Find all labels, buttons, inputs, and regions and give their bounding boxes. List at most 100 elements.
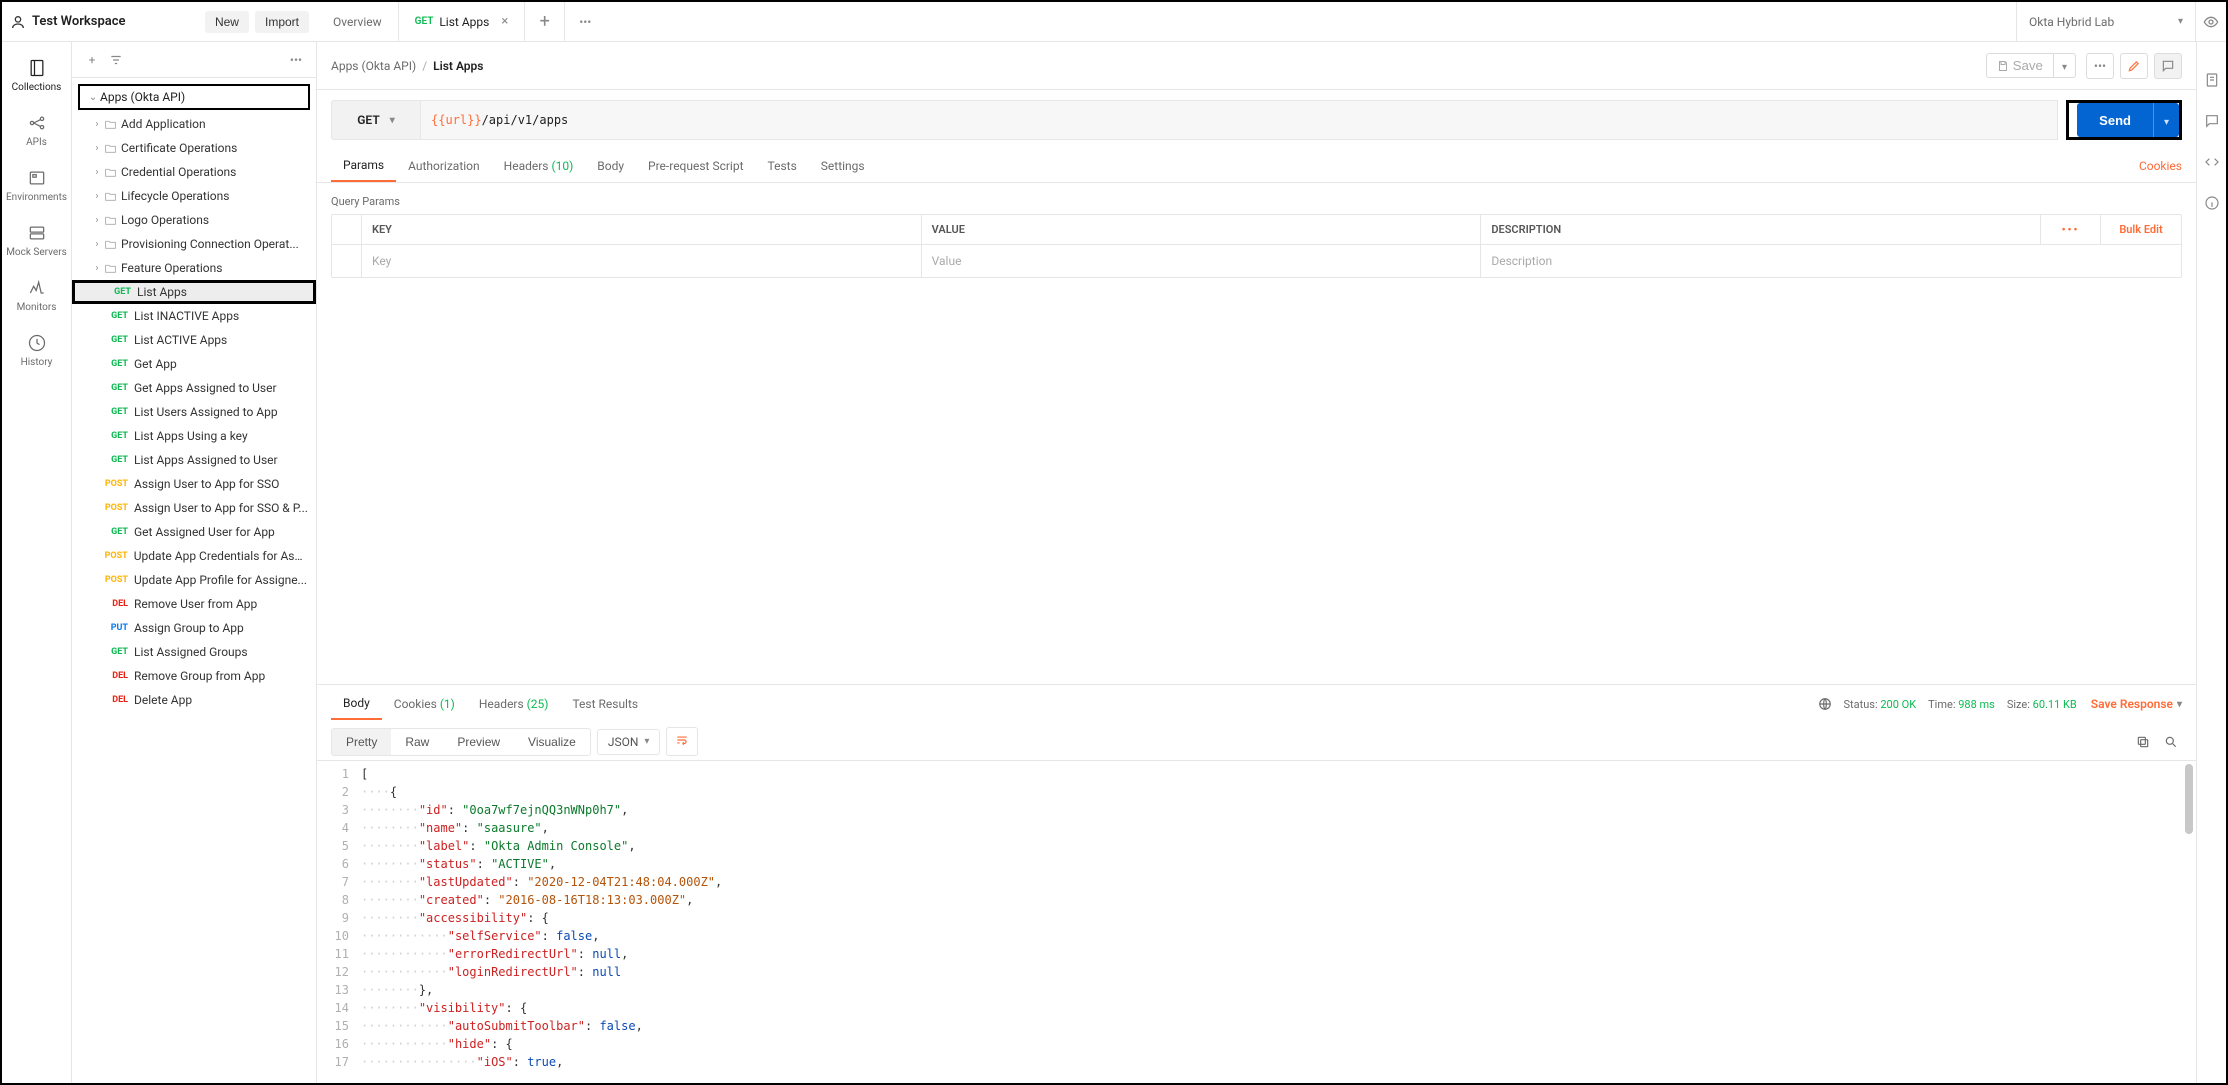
request-row[interactable]: POSTAssign User to App for SSO [72,472,316,496]
request-row[interactable]: GETList Apps Assigned to User [72,448,316,472]
sidebar: + ••• ⌄ Apps (Okta API) ›Add Application… [72,42,317,1083]
scrollbar-thumb[interactable] [2185,764,2193,834]
request-row[interactable]: GETList Users Assigned to App [72,400,316,424]
request-row[interactable]: POSTUpdate App Profile for Assigne... [72,568,316,592]
rail-collections[interactable]: Collections [2,48,71,103]
cookies-link[interactable]: Cookies [2139,159,2182,173]
request-method: GET [102,335,128,345]
qp-key-input[interactable]: Key [362,245,922,277]
request-row[interactable]: GETList ACTIVE Apps [72,328,316,352]
response-tab-headers[interactable]: Headers (25) [467,689,561,719]
collection-root[interactable]: ⌄ Apps (Okta API) [78,84,310,110]
sidebar-more-icon[interactable]: ••• [284,48,308,72]
request-row[interactable]: GETList Apps Using a key [72,424,316,448]
rail-environments[interactable]: Environments [2,158,71,213]
request-row[interactable]: GETList Assigned Groups [72,640,316,664]
breadcrumb-parent[interactable]: Apps (Okta API) [331,59,416,73]
folder-row[interactable]: ›Logo Operations [72,208,316,232]
tab-more-button[interactable]: ••• [565,2,605,41]
request-tab-params[interactable]: Params [331,150,396,182]
folder-row[interactable]: ›Certificate Operations [72,136,316,160]
save-button[interactable]: Save [1986,53,2054,78]
qp-header-value: VALUE [922,215,1482,244]
rail-monitors[interactable]: Monitors [2,268,71,323]
request-tab-settings[interactable]: Settings [809,151,877,181]
request-method: GET [102,527,128,537]
folder-row[interactable]: ›Feature Operations [72,256,316,280]
wrap-lines-icon[interactable] [666,727,698,756]
send-dropdown[interactable]: ▾ [2153,103,2179,137]
view-preview[interactable]: Preview [443,729,514,755]
request-tab-authorization[interactable]: Authorization [396,151,492,181]
json-line: 13········}, [331,981,2196,999]
qp-columns-options[interactable]: ••• [2041,215,2101,244]
comment-icon[interactable] [2154,53,2182,79]
request-row[interactable]: POSTAssign User to App for SSO & P... [72,496,316,520]
save-response-button[interactable]: Save Response ▾ [2091,697,2182,711]
folder-label: Certificate Operations [121,141,237,155]
folder-label: Feature Operations [121,261,222,275]
import-button[interactable]: Import [255,11,309,33]
request-row[interactable]: GETList Apps [72,280,316,304]
request-row[interactable]: DELDelete App [72,688,316,712]
save-dropdown[interactable]: ▾ [2054,53,2076,78]
qp-description-input[interactable]: Description [1481,245,2181,277]
send-button[interactable]: Send [2077,103,2153,137]
environment-selector[interactable]: Okta Hybrid Lab ▾ [2016,2,2196,41]
request-tab-tests[interactable]: Tests [756,151,809,181]
request-row[interactable]: DELRemove User from App [72,592,316,616]
request-tab-prerequest[interactable]: Pre-request Script [636,151,755,181]
response-format-selector[interactable]: JSON▾ [597,729,661,755]
qp-new-row[interactable]: Key Value Description [332,245,2181,277]
request-row[interactable]: DELRemove Group from App [72,664,316,688]
new-button[interactable]: New [205,11,249,33]
request-row[interactable]: GETList INACTIVE Apps [72,304,316,328]
folder-label: Provisioning Connection Operat... [121,237,299,251]
bulk-edit-link[interactable]: Bulk Edit [2101,215,2181,244]
response-tab-cookies[interactable]: Cookies (1) [382,689,467,719]
request-row[interactable]: GETGet Apps Assigned to User [72,376,316,400]
tab-add-button[interactable]: + [525,2,565,41]
rail-history[interactable]: History [2,323,71,378]
sidebar-filter-icon[interactable] [104,48,128,72]
sidebar-add-icon[interactable]: + [80,48,104,72]
documentation-icon[interactable] [2204,72,2220,91]
response-tab-body[interactable]: Body [331,688,382,720]
folder-row[interactable]: ›Add Application [72,112,316,136]
environment-quicklook-icon[interactable] [2196,2,2226,41]
close-icon[interactable]: × [501,14,508,29]
method-selector[interactable]: GET ▾ [331,100,421,140]
chevron-down-icon: ⌄ [86,92,100,103]
view-visualize[interactable]: Visualize [514,729,590,755]
view-raw[interactable]: Raw [391,729,443,755]
response-body-json[interactable]: 1[2····{3········"id": "0oa7wf7ejnQQ3nWN… [317,761,2196,1083]
folder-row[interactable]: ›Provisioning Connection Operat... [72,232,316,256]
view-pretty[interactable]: Pretty [332,729,391,755]
folder-row[interactable]: ›Lifecycle Operations [72,184,316,208]
tab-overview[interactable]: Overview [317,2,399,41]
request-more-icon[interactable]: ••• [2086,53,2114,79]
qp-value-input[interactable]: Value [922,245,1482,277]
code-icon[interactable] [2204,154,2220,173]
edit-icon[interactable] [2120,53,2148,79]
request-row[interactable]: GETGet App [72,352,316,376]
globe-icon[interactable] [1818,697,1832,711]
url-input[interactable]: {{url}}/api/v1/apps [421,100,2058,140]
rail-mock-servers[interactable]: Mock Servers [2,213,71,268]
copy-response-icon[interactable] [2132,731,2154,753]
request-row[interactable]: POSTUpdate App Credentials for Ass... [72,544,316,568]
request-tab-headers[interactable]: Headers (10) [492,151,586,181]
json-line: 12············"loginRedirectUrl": null [331,963,2196,981]
comments-icon[interactable] [2204,113,2220,132]
tab-active-request[interactable]: GET List Apps × [399,2,526,41]
request-row[interactable]: GETGet Assigned User for App [72,520,316,544]
info-icon[interactable] [2204,195,2220,214]
rail-apis[interactable]: APIs [2,103,71,158]
response-tab-tests[interactable]: Test Results [560,689,650,719]
workspace-title[interactable]: Test Workspace [32,14,126,29]
request-row[interactable]: PUTAssign Group to App [72,616,316,640]
request-tab-body[interactable]: Body [585,151,636,181]
folder-row[interactable]: ›Credential Operations [72,160,316,184]
json-line: 17················"iOS": true, [331,1053,2196,1071]
search-response-icon[interactable] [2160,731,2182,753]
